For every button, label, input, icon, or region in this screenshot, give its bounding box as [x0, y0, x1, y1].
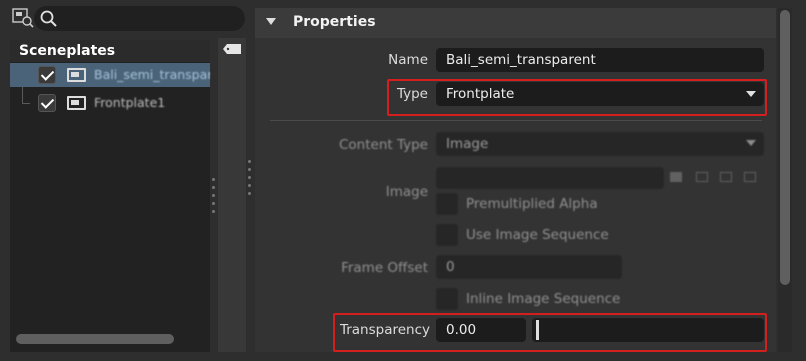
image-tool-icon[interactable]: [696, 172, 708, 182]
splitter-grip[interactable]: [248, 192, 251, 195]
folder-icon[interactable]: [670, 172, 682, 182]
visibility-checkbox[interactable]: [38, 94, 56, 112]
use-image-sequence-label: Use Image Sequence: [466, 227, 609, 243]
inline-image-sequence-label: Inline Image Sequence: [466, 291, 621, 307]
splitter-grip[interactable]: [212, 202, 215, 205]
content-type-dropdown[interactable]: Image: [436, 132, 764, 156]
splitter-grip[interactable]: [248, 176, 251, 179]
splitter-grip[interactable]: [212, 178, 215, 181]
content-type-label: Content Type: [339, 137, 428, 153]
frame-offset-label: Frame Offset: [341, 260, 428, 276]
premultiplied-alpha-checkbox[interactable]: [436, 193, 458, 215]
search-input[interactable]: [34, 6, 245, 31]
separator: [270, 120, 762, 121]
splitter-grip[interactable]: [212, 186, 215, 189]
reload-icon[interactable]: [720, 172, 732, 182]
properties-title: Properties: [293, 14, 376, 30]
collapse-arrow-icon[interactable]: [266, 18, 276, 25]
tree-item-label: Bali_semi_transparent: [94, 67, 210, 82]
splitter-grip[interactable]: [248, 160, 251, 163]
image-path-field[interactable]: [436, 167, 664, 189]
splitter-grip[interactable]: [248, 168, 251, 171]
name-label: Name: [388, 52, 428, 68]
tag-icon[interactable]: [222, 43, 242, 55]
type-highlight-box: [387, 79, 767, 116]
premultiplied-alpha-label: Premultiplied Alpha: [466, 196, 598, 212]
tree-item-bali-semi-transparent[interactable]: Bali_semi_transparent: [10, 63, 210, 87]
delete-icon[interactable]: [744, 172, 756, 182]
image-label: Image: [385, 184, 428, 200]
tree-item-label: Frontplate1: [94, 95, 166, 110]
tree-item-frontplate1[interactable]: Frontplate1: [10, 91, 210, 115]
visibility-checkbox[interactable]: [38, 66, 56, 84]
tree-title: Sceneplates: [19, 43, 116, 59]
vertical-scrollbar-thumb[interactable]: [780, 10, 790, 285]
tag-strip: [218, 38, 246, 352]
sceneplate-icon: [67, 68, 86, 82]
splitter-grip[interactable]: [212, 210, 215, 213]
scene-search-filter-icon[interactable]: [12, 8, 34, 28]
search-icon: [40, 10, 57, 27]
splitter-grip[interactable]: [248, 184, 251, 187]
horizontal-scrollbar[interactable]: [16, 334, 174, 344]
name-field[interactable]: Bali_semi_transparent: [436, 48, 764, 72]
splitter-grip[interactable]: [212, 194, 215, 197]
inline-image-sequence-checkbox[interactable]: [436, 288, 458, 310]
sceneplate-icon: [67, 96, 86, 110]
transparency-highlight-box: [333, 313, 767, 352]
use-image-sequence-checkbox[interactable]: [436, 224, 458, 246]
content-type-dropdown-arrow-icon[interactable]: [746, 140, 756, 146]
frame-offset-field[interactable]: 0: [436, 255, 622, 279]
